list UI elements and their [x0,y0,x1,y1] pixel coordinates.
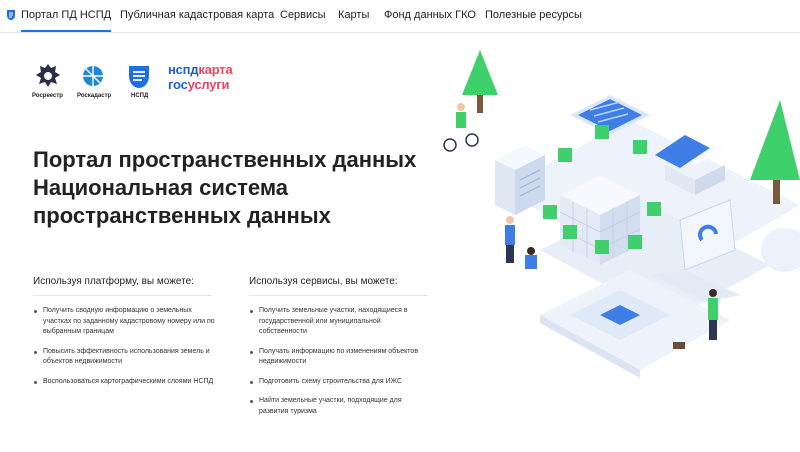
wordmark-nspd: нспд [168,62,199,77]
nav-item-portal[interactable]: Портал ПД НСПД [21,0,112,32]
services-divider [249,295,427,296]
list-item: Повысить эффективность использования зем… [33,347,218,368]
nav-item-maps[interactable]: Карты [338,0,369,30]
nav-item-public-map[interactable]: Публичная кадастровая карта [120,0,274,30]
wordmark-karta: карта [198,62,233,77]
nspd-logo-icon [6,10,16,21]
nav-item-useful-resources[interactable]: Полезные ресурсы [485,0,582,30]
list-item: Найти земельные участки, подходящие для … [249,396,424,417]
hero-illustration [443,50,800,378]
rosreestr-emblem-icon [36,64,60,87]
roskadastr-logo-icon [83,66,103,86]
person-icon [525,247,537,269]
platform-list: Получить сводную информацию о земельных … [33,306,218,396]
gosuslugi-wordmark: госуслуги [168,77,230,92]
services-list: Получить земельные участки, находящиеся … [249,306,424,426]
tree-icon [462,50,498,113]
wordmark-uslugi: услуги [187,77,230,92]
nspd-karta-wordmark: нспдкарта [168,62,233,77]
list-item: Получать информацию по изменениям объект… [249,347,424,368]
page-title: Портал пространственных данных Националь… [33,147,417,228]
nspd-shield-icon [128,66,150,89]
roskadastr-caption: Роскадастр [77,93,112,99]
list-item: Получить сводную информацию о земельных … [33,306,218,338]
top-navigation: Портал ПД НСПД Публичная кадастровая кар… [0,0,800,33]
services-heading: Используя сервисы, вы можете: [249,276,398,287]
nav-item-gko-fund[interactable]: Фонд данных ГКО [384,0,476,30]
list-item: Воспользоваться картографическими слоями… [33,377,218,388]
nav-item-services[interactable]: Сервисы [280,0,326,30]
wordmark-gos: гос [168,77,188,92]
rosreestr-caption: Росреестр [32,93,63,99]
nspd-caption: НСПД [131,93,149,99]
platform-divider [33,295,211,296]
platform-heading: Используя платформу, вы можете: [33,276,194,287]
cyclist-icon [443,103,479,152]
person-icon [505,216,515,263]
list-item: Получить земельные участки, находящиеся … [249,306,424,338]
list-item: Подготовить схему строительства для ИЖС [249,377,424,388]
